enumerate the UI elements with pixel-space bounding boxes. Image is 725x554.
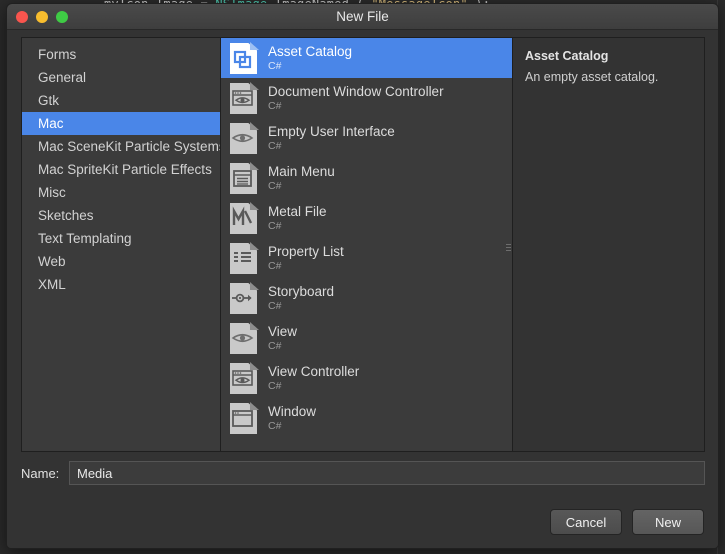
template-item-name: View xyxy=(268,323,298,339)
template-item-name: Storyboard xyxy=(268,283,335,299)
category-item-label: Gtk xyxy=(38,93,60,108)
template-item-name: Metal File xyxy=(268,203,327,219)
cancel-button[interactable]: Cancel xyxy=(550,509,622,535)
name-input[interactable] xyxy=(69,461,705,485)
template-item[interactable]: Asset Catalog C# xyxy=(221,38,512,78)
category-item[interactable]: Gtk xyxy=(22,89,220,112)
window-eye-icon xyxy=(229,82,259,114)
name-row: Name: xyxy=(21,461,705,485)
detail-pane: Asset Catalog An empty asset catalog. xyxy=(513,38,704,451)
template-item[interactable]: Main Menu C# xyxy=(221,158,512,198)
category-item-label: Mac SceneKit Particle Systems xyxy=(38,139,221,154)
template-item-language: C# xyxy=(268,379,282,392)
template-item-name: Empty User Interface xyxy=(268,123,395,139)
eye-icon xyxy=(229,122,259,154)
new-file-dialog: New File Forms General Gtk Mac Mac SceneKit … xyxy=(6,3,719,549)
dialog-button-row: Cancel New xyxy=(550,509,704,535)
template-item-language: C# xyxy=(268,419,282,432)
category-item[interactable]: Mac SpriteKit Particle Effects xyxy=(22,158,220,181)
new-button[interactable]: New xyxy=(632,509,704,535)
template-item[interactable]: Metal File C# xyxy=(221,198,512,238)
category-item[interactable]: Mac xyxy=(22,112,220,135)
template-item[interactable]: View Controller C# xyxy=(221,358,512,398)
dialog-body: Forms General Gtk Mac Mac SceneKit Particle … xyxy=(7,30,718,548)
template-item-texts: Window C# xyxy=(268,404,316,433)
asset-catalog-icon xyxy=(229,42,259,74)
category-item-label: Misc xyxy=(38,185,66,200)
template-item-texts: View C# xyxy=(268,324,297,353)
template-item-language: C# xyxy=(268,179,282,192)
category-item-label: Forms xyxy=(38,47,77,62)
storyboard-arrow-icon xyxy=(229,282,259,314)
category-item[interactable]: Text Templating xyxy=(22,227,220,250)
category-item-label: Mac SpriteKit Particle Effects xyxy=(38,162,212,177)
template-item-language: C# xyxy=(268,299,282,312)
splitter-grip-icon[interactable] xyxy=(506,244,511,253)
category-item-label: XML xyxy=(38,277,66,292)
template-item-language: C# xyxy=(268,139,282,152)
name-label: Name: xyxy=(21,465,60,481)
template-item-language: C# xyxy=(268,219,282,232)
template-item-texts: Property List C# xyxy=(268,244,344,273)
category-item[interactable]: Web xyxy=(22,250,220,273)
property-list-icon xyxy=(229,242,259,274)
template-item-texts: Asset Catalog C# xyxy=(268,44,352,73)
template-item-name: Window xyxy=(268,403,317,419)
template-item[interactable]: Property List C# xyxy=(221,238,512,278)
template-item-name: Document Window Controller xyxy=(268,83,444,99)
category-item[interactable]: General xyxy=(22,66,220,89)
dialog-title: New File xyxy=(336,9,389,24)
category-item-label: Text Templating xyxy=(38,231,132,246)
template-item-texts: Metal File C# xyxy=(268,204,327,233)
template-item-texts: Empty User Interface C# xyxy=(268,124,395,153)
category-item[interactable]: Sketches xyxy=(22,204,220,227)
category-item[interactable]: Mac SceneKit Particle Systems xyxy=(22,135,220,158)
template-item-name: Asset Catalog xyxy=(268,43,353,59)
category-item-label: Web xyxy=(38,254,66,269)
template-item-language: C# xyxy=(268,99,282,112)
template-item[interactable]: Document Window Controller C# xyxy=(221,78,512,118)
category-item[interactable]: Misc xyxy=(22,181,220,204)
metal-m-icon xyxy=(229,202,259,234)
template-item-name: View Controller xyxy=(268,363,360,379)
category-item-label: Sketches xyxy=(38,208,94,223)
window-icon xyxy=(229,402,259,434)
eye-icon xyxy=(229,322,259,354)
category-item[interactable]: XML xyxy=(22,273,220,296)
panes-container: Forms General Gtk Mac Mac SceneKit Particle … xyxy=(21,37,705,452)
menu-list-icon xyxy=(229,162,259,194)
template-item[interactable]: View C# xyxy=(221,318,512,358)
template-item-texts: Main Menu C# xyxy=(268,164,335,193)
template-item-name: Main Menu xyxy=(268,163,335,179)
detail-description: An empty asset catalog. xyxy=(525,70,659,84)
detail-title: Asset Catalog xyxy=(525,49,609,63)
template-item-language: C# xyxy=(268,259,282,272)
template-list[interactable]: Asset Catalog C# Document Window Controlle… xyxy=(221,38,513,451)
template-item[interactable]: Storyboard C# xyxy=(221,278,512,318)
window-eye-icon xyxy=(229,362,259,394)
template-item-language: C# xyxy=(268,59,282,72)
category-item-label: General xyxy=(38,70,87,85)
template-item-texts: Storyboard C# xyxy=(268,284,334,313)
dialog-titlebar[interactable]: New File xyxy=(7,4,718,30)
category-list[interactable]: Forms General Gtk Mac Mac SceneKit Particle … xyxy=(22,38,221,451)
template-item-language: C# xyxy=(268,339,282,352)
template-item-texts: Document Window Controller C# xyxy=(268,84,444,113)
template-item-texts: View Controller C# xyxy=(268,364,359,393)
template-item[interactable]: Window C# xyxy=(221,398,512,438)
template-item[interactable]: Empty User Interface C# xyxy=(221,118,512,158)
category-item[interactable]: Forms xyxy=(22,43,220,66)
category-item-label: Mac xyxy=(38,116,64,131)
template-item-name: Property List xyxy=(268,243,344,259)
